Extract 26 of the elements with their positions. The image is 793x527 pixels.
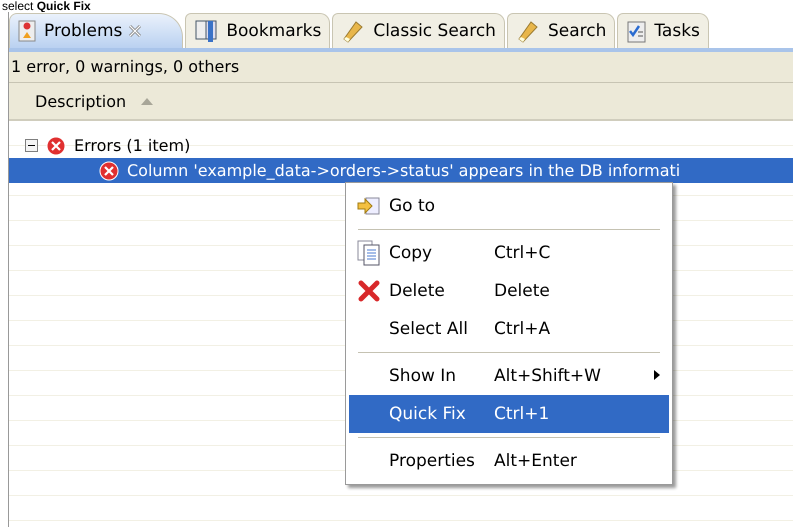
view-tab[interactable]: Search [506,13,616,48]
view-tab[interactable]: Classic Search [332,13,505,48]
menu-item[interactable]: Select All Ctrl+A [349,310,669,348]
problem-summary: 1 error, 0 warnings, 0 others [9,52,793,83]
column-label: Description [35,92,126,110]
delete-icon [358,280,380,302]
clipboard-icon [626,19,648,43]
document-icon [357,240,381,266]
view-tab[interactable]: Bookmarks [185,13,330,48]
view-tab[interactable]: Tasks [617,13,709,48]
menu-item[interactable]: Copy Ctrl+C [349,234,669,272]
collapse-toggle-icon[interactable] [25,139,38,152]
tree-row[interactable]: Column 'example_data->orders->status' appears in the DB informati [9,158,793,183]
view-tab[interactable]: Problems [9,13,184,48]
menu-item[interactable]: Show In Alt+Shift+W [349,357,669,395]
error-icon [46,136,66,156]
menu-item[interactable]: Properties Alt+Enter [349,442,669,480]
column-header[interactable]: Description [9,83,793,121]
close-icon[interactable] [128,24,142,38]
menu-item[interactable]: Go to [349,187,669,225]
menu-item[interactable]: Delete Delete [349,272,669,310]
error-icon [99,160,119,180]
instruction-text: select Quick Fix [1,0,92,12]
arrow-icon [357,196,381,216]
menu-item[interactable]: Quick Fix Ctrl+1 [349,395,669,433]
tree-row[interactable]: Errors (1 item) [9,133,793,158]
